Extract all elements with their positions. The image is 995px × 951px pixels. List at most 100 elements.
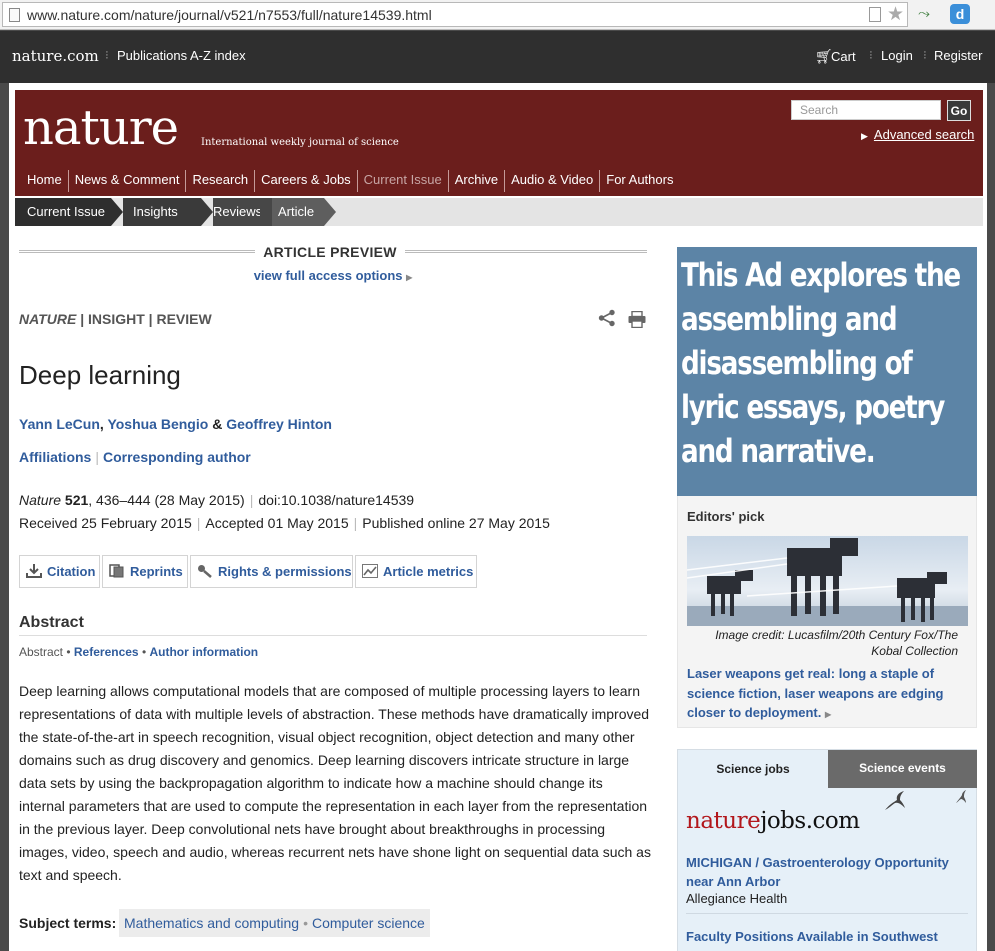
cart-icon: 🛒︎ xyxy=(815,48,833,64)
subject-terms-label: Subject terms: xyxy=(19,915,117,931)
accepted-date: Accepted 01 May 2015 xyxy=(205,515,349,531)
nav-audio-video[interactable]: Audio & Video xyxy=(505,170,601,192)
editors-pick-link[interactable]: Laser weapons get real: long a staple of… xyxy=(687,664,969,725)
rights-permissions-button[interactable]: Rights & permissions xyxy=(190,555,353,588)
author-amp: & xyxy=(212,416,223,432)
subject-term-link[interactable]: Mathematics and computing xyxy=(124,915,299,931)
doi: doi:10.1038/nature14539 xyxy=(258,492,415,508)
breadcrumb-arrow xyxy=(324,198,336,226)
breadcrumb-arrow xyxy=(201,198,213,226)
breadcrumb-arrow xyxy=(111,198,123,226)
rights-label: Rights & permissions xyxy=(218,564,352,579)
author-link[interactable]: Yann LeCun xyxy=(19,416,100,432)
divider xyxy=(686,913,968,914)
naturejobs-logo-red: nature xyxy=(686,808,761,834)
browser-toolbar: www.nature.com/nature/journal/v521/n7553… xyxy=(0,0,995,30)
editors-pick-image[interactable] xyxy=(687,536,968,626)
tagline: International weekly journal of science xyxy=(201,137,399,148)
section-nav-author-information[interactable]: Author information xyxy=(149,645,258,659)
extension-d-icon[interactable]: d xyxy=(950,4,970,24)
subject-term-link[interactable]: Computer science xyxy=(312,915,425,931)
register-link[interactable]: Register xyxy=(934,48,982,63)
dates-line: Received 25 February 2015 | Accepted 01 Ma… xyxy=(19,515,550,531)
advanced-search-link[interactable]: ▶ Advanced search xyxy=(861,127,974,142)
breadcrumb-reviews-label: Reviews xyxy=(213,204,263,219)
section-nav-abstract: Abstract xyxy=(19,645,64,659)
nav-careers-jobs[interactable]: Careers & Jobs xyxy=(255,170,358,192)
advertisement[interactable]: This Ad explores the assembling and disa… xyxy=(677,247,977,496)
abstract-heading: Abstract xyxy=(19,614,84,631)
editors-pick-heading: Editors' pick xyxy=(687,509,765,524)
corresponding-author-link[interactable]: Corresponding author xyxy=(103,449,251,465)
citation-button[interactable]: Citation xyxy=(19,555,100,588)
naturejobs-logo[interactable]: naturejobs.com xyxy=(686,808,860,834)
tab-science-jobs[interactable]: Science jobs xyxy=(678,750,828,788)
naturejobs-logo-black: jobs.com xyxy=(760,808,860,834)
breadcrumb-arrow xyxy=(260,198,272,226)
divider xyxy=(19,635,647,636)
nav-research[interactable]: Research xyxy=(186,170,256,192)
address-bar[interactable]: www.nature.com/nature/journal/v521/n7553… xyxy=(2,2,908,27)
search-go-button[interactable]: Go xyxy=(947,100,971,121)
separator: | xyxy=(353,515,358,531)
nature-logo[interactable]: nature xyxy=(23,100,179,156)
reader-icon[interactable] xyxy=(869,7,881,22)
bird-icon xyxy=(885,791,905,810)
breadcrumb-current-issue[interactable]: Current Issue xyxy=(15,198,111,226)
separator: ⁝ xyxy=(923,48,927,62)
nav-home[interactable]: Home xyxy=(21,170,69,192)
divider xyxy=(405,250,647,253)
subject-terms: Mathematics and computing • Computer scien… xyxy=(119,909,430,937)
full-access-link[interactable]: view full access options ▶ xyxy=(19,268,647,283)
cite-journal: Nature xyxy=(19,492,62,508)
author-link[interactable]: Yoshua Bengio xyxy=(107,416,208,432)
affiliations-link[interactable]: Affiliations xyxy=(19,449,91,465)
cart-link[interactable]: 🛒︎Cart xyxy=(815,48,856,65)
metrics-label: Article metrics xyxy=(383,564,474,579)
separator: • xyxy=(303,915,308,931)
nav-current-issue[interactable]: Current Issue xyxy=(358,170,449,192)
editors-pick-panel: Editors' pick Image credit: Lucasfilm/20… xyxy=(677,496,977,728)
advanced-search-label: Advanced search xyxy=(873,127,975,142)
print-icon[interactable] xyxy=(628,311,646,328)
kicker-journal: NATURE xyxy=(19,311,77,327)
editors-pick-text: Laser weapons get real: long a staple of… xyxy=(687,666,944,720)
nav-news-comment[interactable]: News & Comment xyxy=(69,170,187,192)
search-input[interactable] xyxy=(791,100,941,120)
masthead: nature International weekly journal of s… xyxy=(15,90,983,196)
reprints-button[interactable]: Reprints xyxy=(102,555,188,588)
url-text[interactable]: www.nature.com/nature/journal/v521/n7553… xyxy=(27,7,432,23)
main-nav: Home News & Comment Research Careers & J… xyxy=(21,170,679,192)
login-link[interactable]: Login xyxy=(881,48,913,63)
nav-archive[interactable]: Archive xyxy=(449,170,506,192)
share-icon[interactable] xyxy=(598,309,616,327)
citation-line: Nature 521, 436–444 (28 May 2015) | doi:10… xyxy=(19,492,414,508)
section-nav-references[interactable]: References xyxy=(74,645,139,659)
job-listing-link[interactable]: MICHIGAN / Gastroenterology Opportunity … xyxy=(686,853,971,891)
page-icon xyxy=(9,8,20,22)
key-icon xyxy=(198,565,212,578)
site-top-bar: nature.com ⁝ Publications A-Z index 🛒︎Ca… xyxy=(0,31,995,83)
section-nav: Abstract • References • Author informati… xyxy=(19,645,259,659)
arrow-right-icon: ▶ xyxy=(861,131,868,141)
nav-for-authors[interactable]: For Authors xyxy=(600,170,679,192)
divider xyxy=(19,250,255,253)
nature-com-logo[interactable]: nature.com xyxy=(12,47,99,65)
bookmark-star-icon[interactable]: ★ xyxy=(887,3,904,26)
extension-icon[interactable]: ⤳ xyxy=(918,5,930,22)
image-credit: Image credit: Lucasfilm/20th Century Fox… xyxy=(715,628,958,658)
publications-az-link[interactable]: Publications A-Z index xyxy=(117,48,246,63)
reprints-label: Reprints xyxy=(130,564,183,579)
citation-label: Citation xyxy=(47,564,96,579)
job-employer: Allegiance Health xyxy=(686,891,788,906)
separator: ⁝ xyxy=(869,48,873,62)
separator: ⁝ xyxy=(105,48,109,62)
author-link[interactable]: Geoffrey Hinton xyxy=(226,416,332,432)
tab-science-events[interactable]: Science events xyxy=(828,750,977,788)
author-list: Yann LeCun, Yoshua Bengio & Geoffrey Hin… xyxy=(19,416,332,432)
author-info-links: Affiliations | Corresponding author xyxy=(19,449,251,465)
breadcrumb-insights[interactable]: Insights xyxy=(123,198,201,226)
article-metrics-button[interactable]: Article metrics xyxy=(355,555,477,588)
job-listing-link[interactable]: Faculty Positions Available in Southwest xyxy=(686,929,971,944)
separator: | xyxy=(95,449,99,465)
